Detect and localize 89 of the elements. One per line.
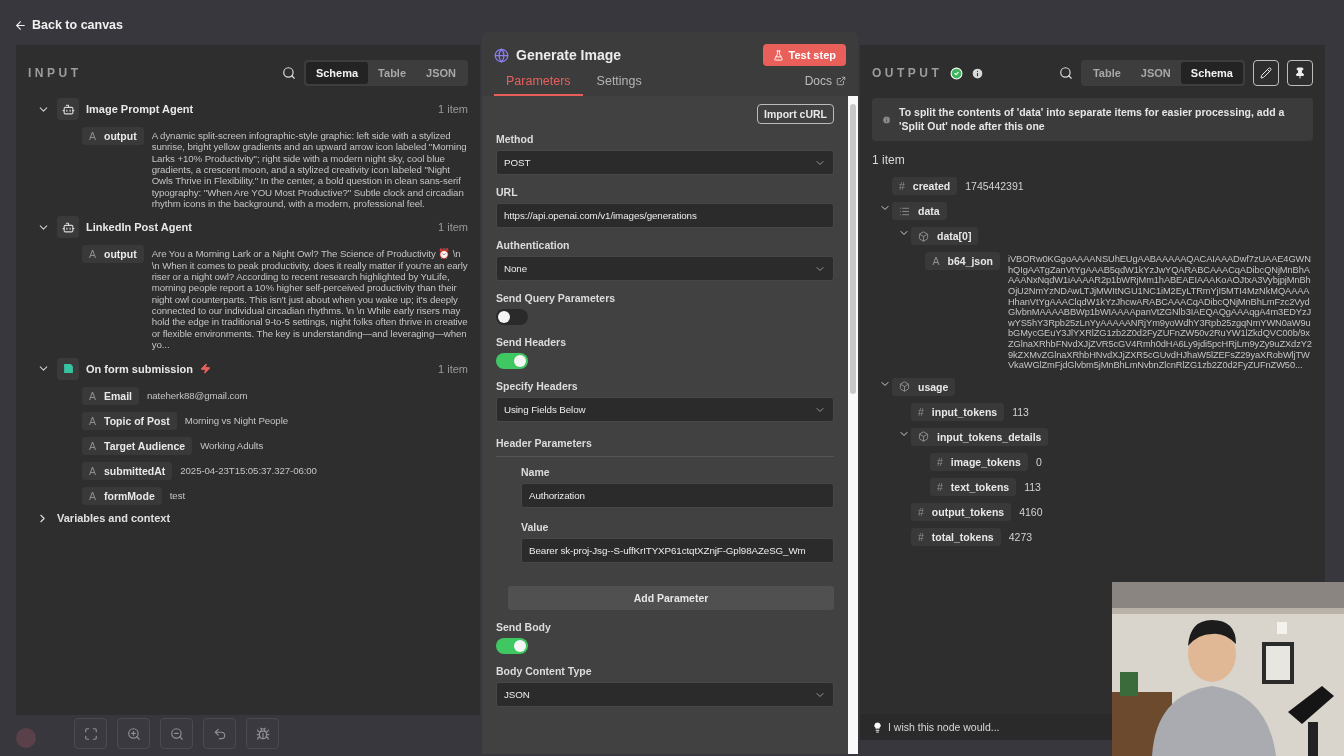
field-value: nateherk88@gmail.com	[147, 388, 248, 401]
item-count: 1 item	[438, 221, 468, 234]
type-mark: #	[918, 405, 924, 418]
import-curl-button[interactable]: Import cURL	[757, 104, 834, 124]
schema-key-chip: usage	[892, 377, 956, 396]
select-field[interactable]: POST	[496, 150, 834, 175]
toggle-label: Send Body	[496, 621, 552, 633]
feedback-prompt[interactable]: I wish this node would...	[888, 721, 1000, 733]
node-name: LinkedIn Post Agent	[86, 221, 192, 234]
view-tab[interactable]: JSON	[416, 62, 466, 84]
field-value: 0	[1035, 454, 1042, 468]
item-count: 1 item	[438, 103, 468, 115]
toggle-label: Send Headers	[496, 336, 568, 348]
field-value: iVBORw0KGgoAAAANSUhEUgAABAAAAAQACAIAAADwf7zUAAE4GWNhQIgAATgZanVtYgAAAB5qdW1kYzJwYQARABCAAACqADibcQNjMnBhAAAANxNqdW1iAAAAR2p1bWRjMm1hABEAEIAAAKoAOJtxA3VybjpjMnBhOjU2NmYzNDAwLTJjMWItNGU1NC1iM2EyLTRmYjI5MTI4MzNkMQAAAAHhanVtYgAAAClqdW1kYzJhcwARABCAAACqADibcQNjMnBhLmFzc2VydGlvbnMAAAABBWp1bWIAAAApanVtZGNlb3IAEQAQgAAAqgA4m3EDYzJwYS5hY3Rpb25zLnYyAAAAANRjYm9yoWdhY3Rpb25zgqNmYWN0aW9ubGMycGEuY3JlYXRlZG1zb2Z0d2FyZUFnZW50v2RuYW1lZkdQVC00b/9xZGlnaXRhbFNvdXJjZVR5cGV4Rmh0dHA6Ly9jdi5pcHRjLm9yZy9uZXdzY29kZXMvZGlnaXRhbHNvdXJjZXR5cGUvdHJhaW5lZEFsZ29yaXRobWljTWVkaWGlZmFjdGlvbm5jMnBhLmNvbnZlcnRlZG1zb2Z0d2FyZUFnZW50...	[1008, 253, 1313, 371]
back-to-canvas-link[interactable]: Back to canvas	[14, 18, 124, 32]
field-label: Method	[496, 133, 535, 145]
field-value: Morning vs Night People	[184, 413, 288, 426]
schema-key-chip: A output	[82, 127, 144, 145]
type-mark: A	[89, 130, 96, 142]
type-mark: #	[899, 180, 905, 193]
schema-key-chip: A b64_json	[925, 252, 1000, 271]
type-mark: A	[89, 464, 96, 477]
panel-tab[interactable]: Settings	[584, 74, 654, 96]
schema-key-chip: A Target Audience	[82, 436, 193, 455]
select-field[interactable]: JSON	[496, 682, 834, 707]
schema-key-chip: # created	[892, 177, 958, 196]
field-value: 1745442391	[965, 179, 1024, 193]
schema-key-chip: # text_tokens	[930, 477, 1017, 496]
node-title: Generate Image	[516, 47, 622, 63]
panel-title: INPUT	[28, 66, 82, 80]
field-label: Specify Headers	[496, 380, 579, 392]
field-value: 4273	[1008, 529, 1033, 543]
field-label: Body Content Type	[496, 665, 593, 677]
schema-key-chip: input_tokens_details	[911, 427, 1049, 446]
view-tab[interactable]: Table	[368, 62, 417, 84]
type-mark: A	[89, 389, 96, 402]
field-value: 2025-04-23T15:05:37.327-06:00	[180, 463, 317, 476]
type-mark: A	[89, 439, 96, 452]
schema-key-chip: data[0]	[911, 227, 979, 246]
select-field[interactable]: Using Fields Below	[496, 397, 834, 422]
field-label: Authentication	[496, 239, 571, 251]
item-count: 1 item	[872, 153, 906, 168]
schema-key-chip: A Topic of Post	[82, 411, 177, 430]
input-field[interactable]: https://api.openai.com/v1/images/generations	[496, 203, 834, 228]
schema-key-chip: # total_tokens	[911, 527, 1001, 546]
field-value: 113	[1024, 479, 1041, 493]
schema-key-chip: A submittedAt	[82, 461, 173, 480]
section-label: Variables and context	[57, 512, 171, 524]
schema-key-chip: data	[892, 202, 947, 221]
schema-key-chip: # input_tokens	[911, 402, 1005, 421]
type-mark: A	[89, 489, 96, 502]
schema-key-chip: A output	[82, 245, 144, 264]
field-label: Value	[521, 521, 550, 533]
field-value: test	[169, 488, 185, 501]
add-parameter-button[interactable]: Add Parameter	[508, 586, 834, 610]
type-mark: #	[937, 480, 943, 493]
view-tab[interactable]: Schema	[1180, 62, 1243, 84]
field-value: 113	[1012, 404, 1029, 418]
type-mark: A	[89, 414, 96, 427]
type-mark: #	[918, 505, 924, 518]
field-label: URL	[496, 186, 519, 198]
select-field[interactable]: None	[496, 256, 834, 281]
field-label: Name	[521, 466, 551, 478]
field-value: Are You a Morning Lark or a Night Owl? The Science of Productivity ⏰ \n \n When it comes to peak productivity, does it really matter if you're an early riser or a night owl? According to recent research highlighted by YuLife, morning people report a 10% higher self-perceived productivity than their night owl counterparts. This isn't just about when you wake up; it's deeply connected to our individual circadian rhythms. \n \n While early risers may hold the edge in traditional 9-to-5 settings, night folks often thrive in creative or flexible environments. The key is understanding—and leveraging—when yo...	[151, 247, 468, 351]
item-count: 1 item	[438, 362, 468, 375]
panel-title: OUTPUT	[872, 66, 943, 80]
view-tab[interactable]: JSON	[1130, 62, 1181, 84]
schema-key-chip: # output_tokens	[911, 502, 1012, 521]
schema-key-chip: A Email	[82, 386, 140, 405]
node-name: On form submission	[86, 362, 193, 375]
field-value: 4160	[1019, 504, 1043, 518]
type-mark: A	[932, 255, 940, 268]
docs-link[interactable]: Docs	[804, 74, 846, 96]
variables-and-context-toggle[interactable]: Variables and context	[36, 511, 468, 525]
schema-key-chip: # image_tokens	[930, 452, 1028, 471]
input-field[interactable]: Bearer sk-proj-Jsg--S-uffKrITYXP61ctqtXZnjF-Gpl98AZeSG_Wm	[521, 538, 834, 563]
view-tab[interactable]: Table	[1082, 62, 1131, 84]
input-field[interactable]: Authorization	[521, 483, 834, 508]
type-mark: #	[937, 455, 943, 468]
field-value: A dynamic split-screen infographic-style graphic: left side with a stylized sunrise, bright yellow gradients and an upward arrow icon labeled "Morning Larks +10% Productivity"; right side with a modern night sky, cool blue gradients, a crescent moon, and a stylized creativity icon labeled "Night Owls Thrive in Flexibility." In the center, a bold question in clean sans-serif typography: "When Are YOU Most Productive?" Subtle clock and circadian rhythm icons in the background, with a modern, professional feel.	[151, 129, 468, 210]
type-mark: #	[918, 530, 924, 543]
notice-text: To split the contents of 'data' into separate items for easier processing, add a 'Split Out' node after this one	[899, 106, 1286, 134]
section-label: Header Parameters	[496, 437, 592, 449]
field-value: Working Adults	[200, 438, 264, 451]
schema-key-chip: A formMode	[82, 486, 162, 505]
type-mark: A	[89, 248, 96, 261]
node-name: Image Prompt Agent	[86, 103, 194, 115]
view-tab[interactable]: Schema	[305, 62, 369, 84]
toggle-label: Send Query Parameters	[496, 292, 617, 304]
